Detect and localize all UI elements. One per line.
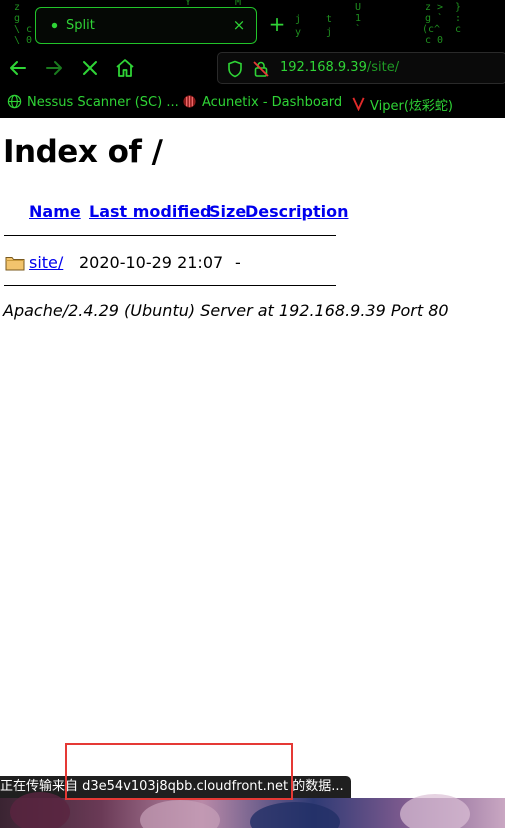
url-host: 192.168.9.39 bbox=[280, 60, 367, 75]
url-text[interactable]: 192.168.9.39/site/ bbox=[280, 60, 399, 75]
page-title: Index of / bbox=[3, 134, 163, 170]
shield-icon[interactable] bbox=[226, 60, 244, 78]
divider bbox=[4, 235, 336, 236]
bookmark-label: Viper(炫彩蛇) bbox=[370, 99, 453, 114]
browser-chrome: z g \ c \ 0 YM jy tj U 1 ` z > g ` (c^ c 0 }: c S… bbox=[0, 0, 505, 118]
bookmark-label: Acunetix - Dashboard bbox=[202, 95, 343, 110]
folder-icon bbox=[5, 257, 25, 271]
bookmark-nessus[interactable]: Nessus Scanner (SC) ... bbox=[7, 94, 179, 111]
tab-split[interactable]: Split × bbox=[35, 7, 257, 44]
column-header-last-modified[interactable]: Last modified bbox=[89, 202, 212, 221]
bookmark-viper[interactable]: Viper(炫彩蛇) bbox=[352, 95, 453, 114]
column-header-size[interactable]: Size bbox=[209, 202, 246, 221]
url-bar[interactable]: 192.168.9.39/site/ bbox=[217, 52, 505, 84]
row-name-link[interactable]: site/ bbox=[29, 253, 63, 272]
acunetix-icon bbox=[183, 95, 196, 108]
column-header-name[interactable]: Name bbox=[29, 202, 81, 221]
column-header-description[interactable]: Description bbox=[245, 202, 348, 221]
annotation-highlight-box bbox=[65, 743, 293, 800]
tab-close-icon[interactable]: × bbox=[230, 16, 248, 34]
viper-v-icon bbox=[352, 97, 365, 111]
home-icon[interactable] bbox=[113, 56, 137, 80]
nav-bar: 192.168.9.39/site/ bbox=[0, 48, 505, 88]
globe-icon bbox=[7, 94, 22, 109]
bookmarks-bar: Nessus Scanner (SC) ... Acunetix - Dashb… bbox=[0, 88, 505, 118]
url-path: /site/ bbox=[366, 60, 400, 75]
tab-title: Split bbox=[66, 18, 95, 33]
desktop-wallpaper-strip bbox=[0, 792, 505, 828]
divider bbox=[4, 285, 336, 286]
row-last-modified: 2020-10-29 21:07 bbox=[79, 253, 224, 272]
bookmark-acunetix[interactable]: Acunetix - Dashboard bbox=[182, 95, 342, 111]
stop-icon[interactable] bbox=[78, 56, 102, 80]
page-content: Index of / Name Last modified Size Descr… bbox=[0, 118, 505, 828]
server-signature: Apache/2.4.29 (Ubuntu) Server at 192.168… bbox=[3, 301, 449, 320]
new-tab-button[interactable]: + bbox=[266, 13, 288, 35]
row-size: - bbox=[235, 253, 241, 272]
bookmark-label: Nessus Scanner (SC) ... bbox=[27, 95, 179, 110]
insecure-lock-icon[interactable] bbox=[252, 60, 270, 78]
loading-icon bbox=[51, 22, 58, 29]
arrow-right-icon[interactable] bbox=[42, 56, 66, 80]
arrow-left-icon[interactable] bbox=[6, 56, 30, 80]
